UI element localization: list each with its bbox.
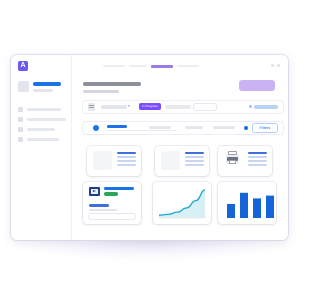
status-dot [249,105,252,108]
comment-input[interactable] [89,214,135,219]
nav-label-placeholder [27,138,59,141]
filter-dropdown[interactable]: Filters [253,124,277,132]
sidebar-item-2[interactable] [18,117,66,123]
app-logo-icon[interactable]: A [18,61,28,71]
nav-label-placeholder [27,128,55,131]
sidebar: A [11,55,72,240]
nav-icon [18,137,23,142]
screenshot-stage: A ▾ In Progress Filters [0,0,300,300]
nav-label-placeholder [27,118,66,121]
tab-2[interactable] [129,65,147,67]
media-card[interactable] [83,182,141,224]
toolbar-link[interactable] [254,105,278,109]
tab-1[interactable] [103,65,125,67]
status-badge [104,192,118,196]
media-title [104,187,134,190]
widget-card-2[interactable] [155,146,209,176]
user-name-placeholder [33,82,61,86]
bar-1 [227,204,235,218]
nav-icon [18,127,23,132]
row-text [213,126,235,129]
chevron-down-icon: ▾ [128,103,131,108]
tab-active[interactable] [151,65,173,68]
sidebar-item-4[interactable] [18,137,66,143]
progress-track [107,130,177,131]
progress-row: Filters [83,122,283,134]
primary-action-button[interactable] [239,80,275,91]
card-thumbnail [161,151,180,170]
area-fill [159,190,205,218]
nav-icon [18,117,23,122]
filter-dot-icon [244,126,248,130]
bar-chart [227,192,274,218]
sidebar-item-3[interactable] [18,127,66,133]
date-select[interactable] [101,105,127,109]
widget-card-3[interactable] [218,146,272,176]
bar-2 [240,192,248,218]
bar-3 [253,198,261,218]
window-control[interactable] [277,64,280,67]
video-thumbnail-icon [89,187,100,196]
area-chart-card [153,182,211,224]
progress-dot-icon [93,125,99,131]
bar-chart-card [218,182,276,224]
user-role-placeholder [33,89,53,92]
progress-label [107,125,127,128]
row-text [185,126,203,129]
toolbar-row: ▾ In Progress [83,101,283,113]
avatar[interactable] [18,81,29,92]
page-title-placeholder [83,82,141,86]
app-window: A ▾ In Progress Filters [11,55,288,240]
nav-label-placeholder [27,108,61,111]
page-subtitle-placeholder [83,90,119,93]
card-thumbnail [93,151,112,170]
bar-4 [266,195,274,218]
toolbar-field [165,105,191,109]
media-meta [89,204,109,207]
status-badge[interactable]: In Progress [139,103,161,110]
window-control[interactable] [271,64,274,67]
area-chart [158,189,206,219]
toolbar-input[interactable] [194,104,216,110]
calendar-icon[interactable] [88,103,95,111]
sidebar-item-1[interactable] [18,107,66,113]
nav-icon [18,107,23,112]
media-meta [89,209,117,211]
widget-card-1[interactable] [87,146,141,176]
tab-4[interactable] [177,65,199,67]
printer-icon [226,151,239,164]
row-text [149,126,171,129]
